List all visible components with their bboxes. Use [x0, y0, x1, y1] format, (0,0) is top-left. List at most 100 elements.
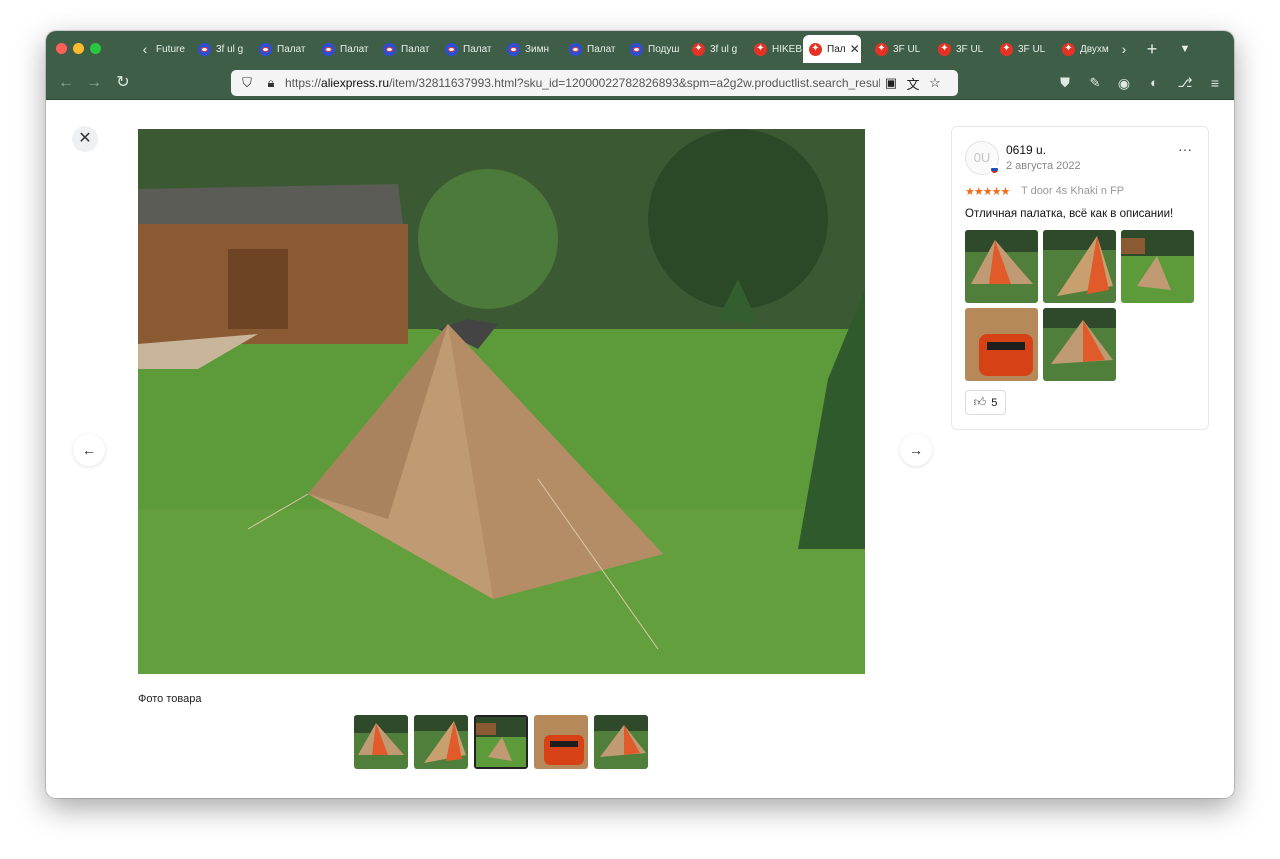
close-viewer-close-icon[interactable]: ✕	[72, 126, 98, 152]
tab-label: Палат	[340, 43, 369, 55]
bookmark-star-icon[interactable]: ☆	[924, 75, 946, 91]
reload-icon[interactable]: ↻	[111, 72, 135, 94]
tab-bar: ‹ Future 3f ul g Палат Палат Палат Палат Зимн П…	[46, 31, 1234, 67]
review-date: 2 августа 2022	[1006, 160, 1081, 172]
review-photo-1[interactable]	[965, 230, 1038, 303]
new-tab-button[interactable]: +	[1143, 39, 1161, 59]
extensions-icon[interactable]: ⎇	[1173, 72, 1197, 94]
tab-label: 3F UL	[893, 43, 921, 55]
blue-circle-icon	[445, 42, 458, 56]
minimize-window-button[interactable]	[73, 43, 84, 54]
tab-9[interactable]: Подуш	[624, 36, 684, 62]
close-window-button[interactable]	[56, 43, 67, 54]
blue-circle-icon	[259, 42, 272, 56]
tab-8[interactable]: Палат	[563, 36, 623, 62]
tab-13[interactable]: 3F UL	[869, 36, 929, 62]
url-text[interactable]: https://aliexpress.ru/item/32811637993.h…	[285, 76, 880, 90]
tab-label: Пал	[827, 43, 846, 55]
review-variant: T door 4s Khaki n FP	[1021, 185, 1125, 197]
review-photo-3[interactable]	[1121, 230, 1194, 303]
ublock-shield-icon[interactable]: ◐	[1142, 72, 1166, 94]
tab-5[interactable]: Палат	[377, 36, 437, 62]
tab-label: Палат	[277, 43, 306, 55]
review-card: 0U 0619 u. 2 августа 2022 ··· ★★★★★ T do…	[951, 126, 1209, 430]
back-arrow-icon[interactable]: ←	[54, 72, 78, 94]
tab-label: Двухм	[1080, 43, 1109, 55]
tab-14[interactable]: 3F UL	[932, 36, 992, 62]
tab-7[interactable]: Зимн	[501, 36, 561, 62]
tab-11[interactable]: HIKEB	[748, 36, 808, 62]
aliexpress-icon	[809, 42, 822, 56]
blue-circle-icon	[630, 42, 643, 56]
browser-window: ‹ Future 3f ul g Палат Палат Палат Палат Зимн П…	[46, 31, 1234, 798]
blue-circle-icon	[507, 42, 520, 56]
aliexpress-icon	[754, 42, 767, 56]
list-all-tabs-chevron-down-icon[interactable]: ▼	[1176, 39, 1194, 59]
tab-label: 3f ul g	[710, 43, 738, 55]
tab-15[interactable]: 3F UL	[994, 36, 1054, 62]
lock-icon[interactable]: 🔒︎	[263, 75, 279, 91]
url-prefix: https://	[285, 76, 322, 90]
tab-label: Зимн	[525, 43, 550, 55]
like-button[interactable]: 👍︎ 5	[965, 390, 1006, 415]
tab-label: 3f ul g	[216, 43, 244, 55]
aliexpress-icon	[692, 42, 705, 56]
zoom-window-button[interactable]	[90, 43, 101, 54]
blue-circle-icon	[383, 42, 396, 56]
review-photo-4[interactable]	[965, 308, 1038, 381]
like-count: 5	[991, 396, 998, 409]
aliexpress-icon	[1000, 42, 1013, 56]
tab-label: 3F UL	[1018, 43, 1046, 55]
url-path: /item/32811637993.html?sku_id=1200002278…	[389, 76, 880, 90]
more-options-icon[interactable]: ···	[1178, 141, 1192, 157]
tab-scroll-right-icon[interactable]: ›	[1115, 39, 1133, 59]
aliexpress-icon	[1062, 42, 1075, 56]
thumbnail-2[interactable]	[414, 715, 468, 769]
aliexpress-icon	[938, 42, 951, 56]
review-text: Отличная палатка, всё как в описании!	[965, 208, 1174, 220]
tab-3[interactable]: Палат	[253, 36, 313, 62]
thumbnail-4[interactable]	[534, 715, 588, 769]
url-domain: aliexpress.ru	[321, 76, 390, 90]
menu-icon[interactable]: ≡	[1203, 72, 1227, 94]
tab-12[interactable]: Пал ✕	[803, 35, 861, 63]
aliexpress-icon	[875, 42, 888, 56]
tab-label: Future	[156, 43, 185, 55]
tab-16[interactable]: Двухм	[1056, 36, 1116, 62]
image-viewer: ✕ ← → Фото товара 0U 0619 u. 2 августа 2…	[46, 100, 1234, 798]
close-tab-close-icon[interactable]: ✕	[850, 42, 860, 56]
translate-icon[interactable]: 文	[902, 74, 924, 93]
tab-2[interactable]: 3f ul g	[192, 36, 252, 62]
thumbnail-1[interactable]	[354, 715, 408, 769]
tab-label: HIKEB	[772, 43, 803, 55]
address-bar[interactable]: ⛉ 🔒︎ https://aliexpress.ru/item/32811637…	[231, 70, 958, 96]
blue-circle-icon	[322, 42, 335, 56]
account-icon[interactable]: ◉	[1112, 72, 1136, 94]
shield-icon[interactable]: ⛉	[239, 75, 255, 91]
main-product-photo	[138, 129, 865, 674]
review-photo-5[interactable]	[1043, 308, 1116, 381]
tab-label: Палат	[401, 43, 430, 55]
thumbs-up-icon: 👍︎	[973, 395, 987, 409]
tab-1[interactable]: Future	[150, 36, 188, 62]
tab-6[interactable]: Палат	[439, 36, 499, 62]
tab-10[interactable]: 3f ul g	[686, 36, 746, 62]
russia-flag-icon	[990, 165, 999, 174]
previous-photo-arrow-left-icon[interactable]: ←	[73, 434, 105, 466]
review-photo-2[interactable]	[1043, 230, 1116, 303]
thumbnail-3-selected[interactable]	[474, 715, 528, 769]
blue-circle-icon	[569, 42, 582, 56]
next-photo-arrow-right-icon[interactable]: →	[900, 434, 932, 466]
tab-label: Палат	[587, 43, 616, 55]
tab-label: Палат	[463, 43, 492, 55]
pocket-icon[interactable]: ⛊	[1053, 72, 1077, 94]
thumbnail-5[interactable]	[594, 715, 648, 769]
blue-circle-icon	[198, 42, 211, 56]
tab-label: 3F UL	[956, 43, 984, 55]
tab-4[interactable]: Палат	[316, 36, 376, 62]
photo-caption: Фото товара	[138, 693, 202, 705]
tab-label: Подуш	[648, 43, 680, 55]
tools-wrench-icon[interactable]: ✎	[1083, 72, 1107, 94]
forward-arrow-icon[interactable]: →	[82, 72, 106, 94]
reader-view-icon[interactable]: ▣	[880, 75, 902, 91]
